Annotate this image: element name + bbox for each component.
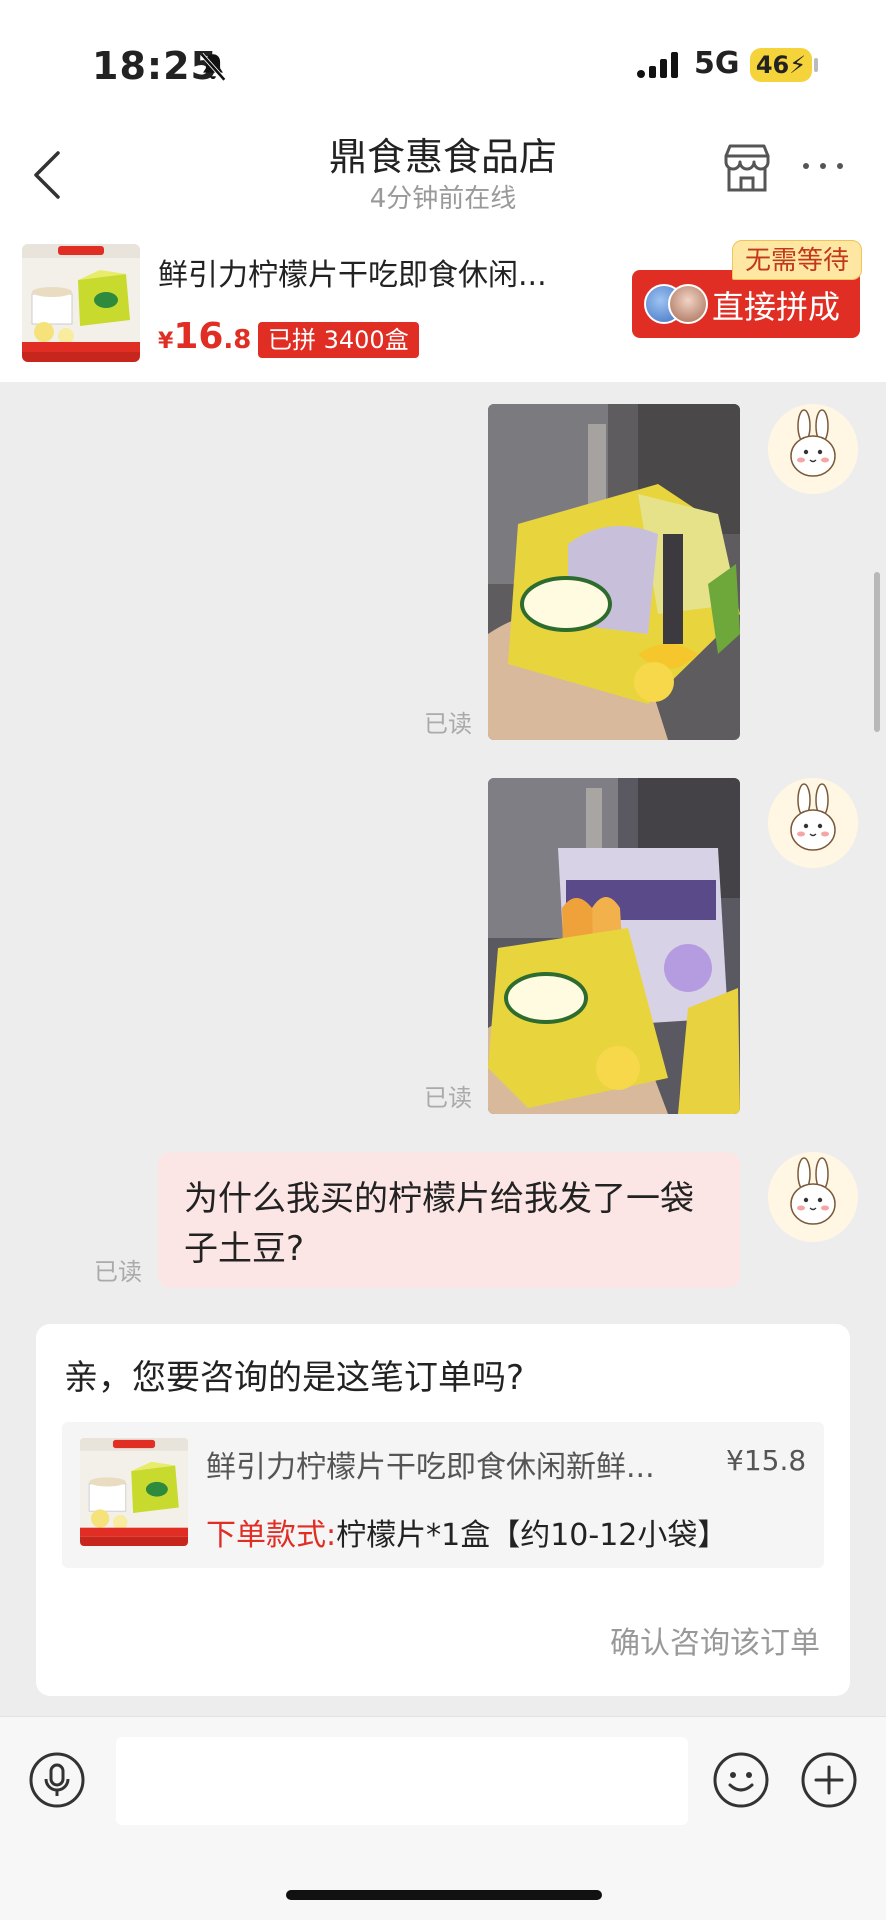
chat-header: 鼎食惠食品店 4分钟前在线: [0, 120, 886, 230]
sold-count-badge: 已拼 3400盒: [258, 322, 419, 358]
microphone-icon[interactable]: [28, 1751, 86, 1809]
order-spec-value: 柠檬片*1盒【约10-12小袋】: [336, 1518, 728, 1553]
message-bubble[interactable]: 为什么我买的柠檬片给我发了一袋子土豆?: [158, 1152, 740, 1288]
read-receipt: 已读: [94, 1258, 142, 1286]
order-spec-key: 下单款式:: [206, 1518, 337, 1553]
product-title[interactable]: 鲜引力柠檬片干吃即食休闲...: [158, 250, 598, 294]
buyer-avatar: [668, 284, 708, 324]
signal-icon: [637, 52, 678, 78]
product-price: ¥16.8: [158, 316, 251, 357]
message-image[interactable]: [488, 778, 740, 1114]
emoji-icon[interactable]: [712, 1751, 770, 1809]
add-icon[interactable]: [800, 1751, 858, 1809]
user-avatar[interactable]: [768, 1152, 858, 1242]
message-image[interactable]: [488, 404, 740, 740]
battery-icon: 46⚡: [750, 48, 812, 82]
read-receipt: 已读: [424, 1084, 472, 1112]
home-indicator[interactable]: [286, 1890, 602, 1900]
order-question: 亲，您要咨询的是这笔订单吗?: [64, 1358, 525, 1398]
battery-tip: [814, 58, 818, 72]
order-inquiry-card: 亲，您要咨询的是这笔订单吗? 鲜引力柠檬片干吃即食休闲新鲜... ¥15.8 下…: [36, 1324, 850, 1696]
user-avatar[interactable]: [768, 778, 858, 868]
no-wait-badge: 无需等待: [732, 240, 863, 280]
bell-muted-icon: [200, 52, 226, 82]
store-icon[interactable]: [720, 142, 774, 194]
join-group-label: 直接拼成: [712, 288, 841, 326]
scrollbar[interactable]: [874, 572, 880, 732]
order-spec: 下单款式:柠檬片*1盒【约10-12小袋】: [206, 1510, 727, 1554]
confirm-order-link[interactable]: 确认咨询该订单: [610, 1618, 820, 1662]
product-thumbnail[interactable]: [22, 244, 140, 362]
read-receipt: 已读: [424, 710, 472, 738]
user-avatar[interactable]: [768, 404, 858, 494]
order-title: 鲜引力柠檬片干吃即食休闲新鲜...: [206, 1450, 655, 1485]
order-thumbnail: [80, 1438, 188, 1546]
price-integer: 16: [173, 316, 224, 357]
message-input[interactable]: [116, 1737, 688, 1825]
battery-level: 46: [755, 51, 790, 79]
network-label: 5G: [694, 46, 740, 81]
order-item[interactable]: 鲜引力柠檬片干吃即食休闲新鲜... ¥15.8 下单款式:柠檬片*1盒【约10-…: [62, 1422, 824, 1568]
price-currency: ¥: [158, 329, 174, 354]
more-icon[interactable]: [800, 154, 846, 178]
price-decimal: .8: [223, 325, 252, 355]
status-bar: 18:25 5G 46⚡: [0, 0, 886, 120]
order-price: ¥15.8: [726, 1444, 807, 1477]
